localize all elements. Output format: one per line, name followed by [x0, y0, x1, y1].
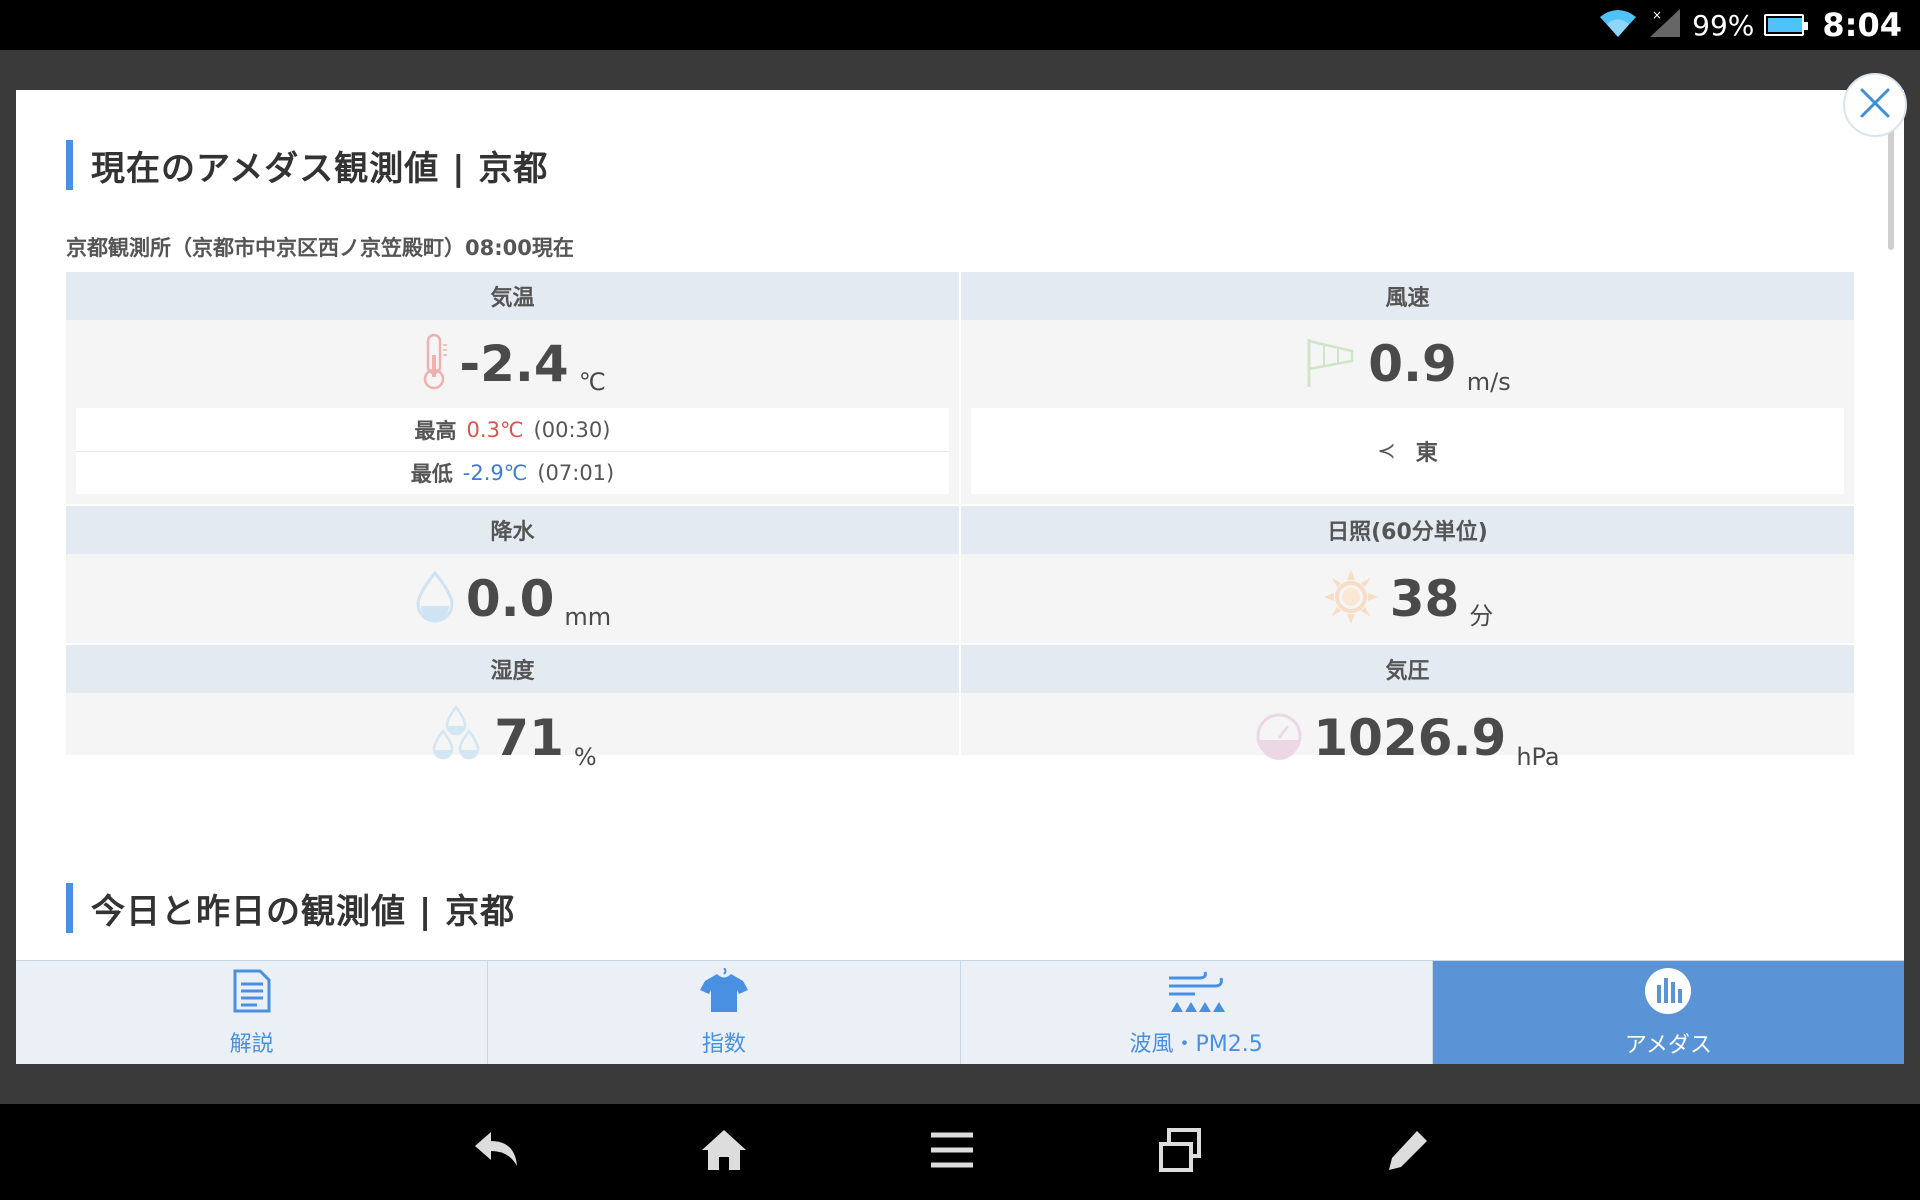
close-icon: [1858, 86, 1892, 124]
max-temp-label: 最高: [414, 418, 457, 443]
min-temp-time: (07:01): [537, 461, 615, 485]
temperature-extremes: 最高 0.3℃ (00:30) 最低 -2.9℃ (07:01): [76, 408, 949, 494]
precipitation-unit: mm: [564, 603, 612, 631]
sunshine-value: 38: [1389, 569, 1460, 628]
sunshine-unit: 分: [1469, 602, 1494, 630]
humidity-cell: 湿度 71 %: [66, 645, 959, 771]
tab-wave-pm25-label: 波風・PM2.5: [1129, 1031, 1263, 1057]
pressure-value: 1026.9: [1313, 709, 1507, 767]
temperature-cell: 気温 -2.4 ℃ 最高 0.3℃ (00:30) 最低 -2.9℃ (07:0…: [66, 272, 959, 504]
station-info: 京都観測所（京都市中京区西ノ京笠殿町）08:00現在: [66, 236, 574, 260]
close-button[interactable]: [1843, 73, 1907, 137]
tab-commentary[interactable]: 解説: [16, 961, 489, 1064]
wind-value: 0.9: [1368, 335, 1457, 393]
temperature-label: 気温: [66, 272, 959, 320]
temperature-unit: ℃: [578, 368, 606, 396]
bottom-tab-bar: 解説 指数 波風・PM2.5 アメダス: [16, 960, 1904, 1064]
pressure-unit: hPa: [1516, 743, 1560, 771]
tab-commentary-label: 解説: [229, 1031, 274, 1057]
max-temp-time: (00:30): [533, 417, 611, 442]
humidity-unit: %: [573, 743, 597, 771]
tab-amedas-label: アメダス: [1624, 1032, 1712, 1058]
sunshine-label: 日照(60分単位): [961, 506, 1854, 554]
bar-chart-icon: [1644, 967, 1692, 1021]
wifi-icon: [1598, 7, 1638, 43]
wind-label: 風速: [961, 272, 1854, 320]
scrollbar[interactable]: [1888, 120, 1894, 250]
min-temp-row: 最低 -2.9℃ (07:01): [76, 451, 949, 494]
wind-direction: 東: [1415, 441, 1438, 466]
menu-button[interactable]: [922, 1122, 982, 1182]
status-bar: × 99% 8:04: [0, 0, 1920, 50]
tab-wave-pm25[interactable]: 波風・PM2.5: [960, 961, 1433, 1064]
document-icon: [232, 968, 272, 1020]
max-temp-row: 最高 0.3℃ (00:30): [76, 408, 949, 451]
sun-icon: [1322, 568, 1380, 630]
precipitation-value: 0.0: [465, 569, 555, 628]
thermometer-icon: [419, 333, 449, 395]
battery-percentage: 99%: [1692, 8, 1755, 42]
home-button[interactable]: [694, 1122, 754, 1182]
pen-icon: [1385, 1127, 1431, 1177]
raindrop-icon: [414, 570, 456, 628]
shirt-icon: [699, 966, 749, 1020]
svg-text:×: ×: [1652, 8, 1662, 22]
tab-amedas[interactable]: アメダス: [1432, 961, 1904, 1064]
recent-apps-button[interactable]: [1150, 1122, 1210, 1182]
max-temp-value: 0.3℃: [466, 417, 524, 442]
pen-button[interactable]: [1378, 1122, 1438, 1182]
humidity-drops-icon: [428, 704, 484, 771]
windsock-icon: [1304, 335, 1358, 393]
amedas-panel: 現在のアメダス観測値 | 京都 京都観測所（京都市中京区西ノ京笠殿町）08:00…: [16, 90, 1904, 1064]
clock: 8:04: [1822, 6, 1902, 44]
min-temp-value: -2.9℃: [462, 461, 528, 485]
navigation-bar: [0, 1104, 1920, 1200]
wind-direction-row: ≺ 東: [971, 408, 1844, 494]
back-icon: [471, 1130, 521, 1174]
sunshine-cell: 日照(60分単位) 38 分: [961, 506, 1854, 643]
barometer-icon: [1255, 712, 1303, 764]
humidity-value: 71: [494, 709, 564, 767]
tab-index[interactable]: 指数: [488, 961, 961, 1064]
back-button[interactable]: [466, 1122, 526, 1182]
pressure-cell: 気圧 1026.9 hPa: [961, 645, 1854, 771]
wind-direction-arrow-icon: ≺: [1377, 438, 1396, 464]
section-title-current: 現在のアメダス観測値 | 京都: [66, 140, 548, 190]
recent-apps-icon: [1157, 1127, 1203, 1177]
menu-icon: [929, 1131, 975, 1173]
humidity-label: 湿度: [66, 645, 959, 693]
section-title-history: 今日と昨日の観測値 | 京都: [66, 883, 515, 933]
pressure-label: 気圧: [961, 645, 1854, 693]
wind-unit: m/s: [1466, 368, 1511, 396]
precipitation-cell: 降水 0.0 mm: [66, 506, 959, 643]
battery-icon: [1764, 14, 1809, 36]
temperature-value: -2.4: [459, 335, 569, 393]
precipitation-label: 降水: [66, 506, 959, 554]
wind-cell: 風速 0.9 m/s ≺ 東: [961, 272, 1854, 504]
signal-icon: ×: [1648, 7, 1682, 43]
home-icon: [700, 1128, 748, 1176]
tab-index-label: 指数: [701, 1031, 746, 1057]
min-temp-label: 最低: [410, 462, 453, 486]
wave-wind-icon: [1165, 968, 1227, 1020]
